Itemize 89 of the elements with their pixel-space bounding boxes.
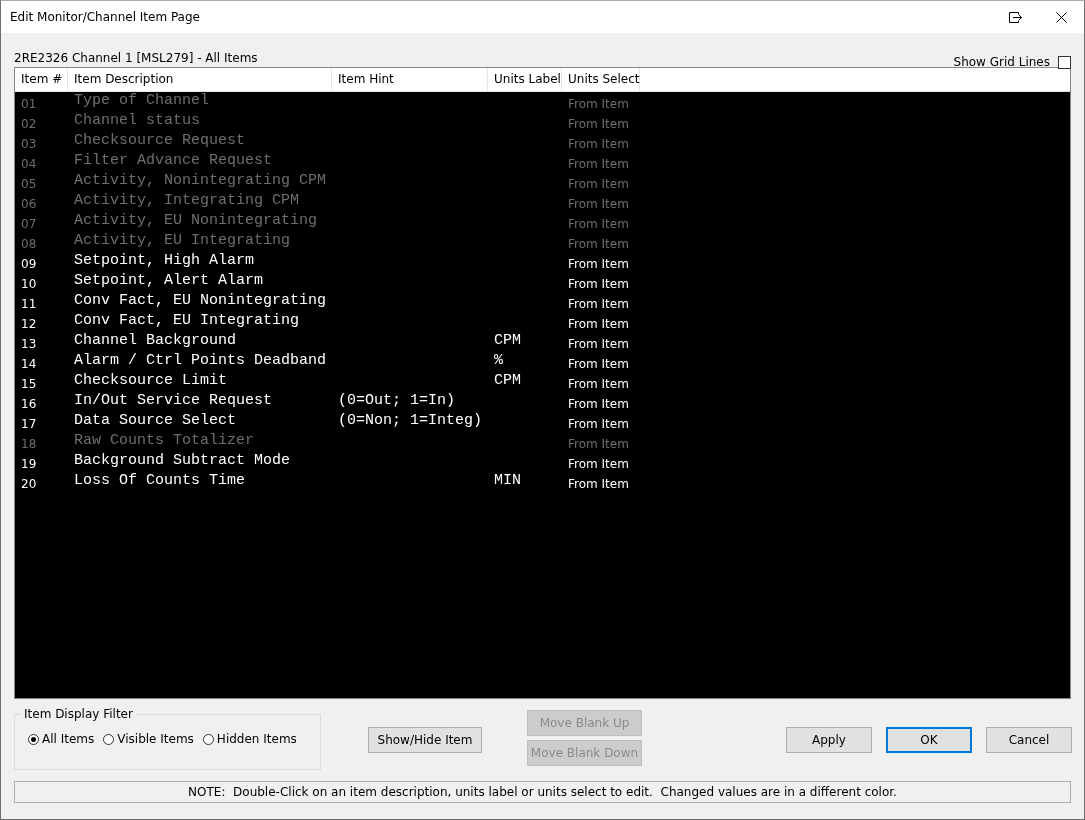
checkbox[interactable] (1058, 55, 1071, 69)
units-source-text: From Item (568, 97, 629, 111)
units-source-text: From Item (568, 177, 629, 191)
column-header[interactable]: Item Description (68, 68, 332, 91)
units-source-text: From Item (568, 157, 629, 171)
item-description: Conv Fact, EU Integrating (74, 312, 300, 329)
radio-button[interactable] (103, 733, 115, 745)
units-label: CPM (494, 372, 521, 389)
item-description: Conv Fact, EU Nonintegrating (74, 292, 327, 309)
units-source-text: From Item (568, 397, 629, 411)
item-description: Filter Advance Request (74, 152, 273, 169)
item-number: 13 (21, 337, 37, 351)
item-number: 14 (21, 357, 37, 371)
group-label: Item Display Filter (21, 707, 136, 721)
window-title: Edit Monitor/Channel Item Page (10, 10, 201, 24)
radio-label[interactable]: Hidden Items (216, 732, 297, 746)
item-number: 05 (21, 177, 37, 191)
units-source-text: From Item (568, 257, 629, 271)
item-description: Channel status (74, 112, 201, 129)
units-source-text: From Item (568, 137, 629, 151)
item-number: 16 (21, 397, 37, 411)
note-bar: NOTE: Double-Click on an item description, units label or units select to edit. Changed values are in a different color. (14, 781, 1071, 803)
item-description: Channel Background (74, 332, 237, 349)
checkbox-label[interactable]: Show Grid Lines (953, 55, 1050, 69)
column-header[interactable]: Item # (15, 68, 68, 91)
item-number: 18 (21, 437, 37, 451)
units-source-text: From Item (568, 277, 629, 291)
item-description: Activity, EU Integrating (74, 232, 291, 249)
column-header[interactable]: Units Label (488, 68, 562, 91)
item-hint: (0=Out; 1=In) (338, 392, 456, 409)
item-description: Raw Counts Totalizer (74, 432, 255, 449)
units-label: MIN (494, 472, 521, 489)
units-source-text: From Item (568, 437, 629, 451)
radio-button[interactable] (202, 733, 214, 745)
item-number: 20 (21, 477, 37, 491)
item-number: 02 (21, 117, 37, 131)
item-description: Activity, EU Nonintegrating (74, 212, 318, 229)
item-hint: (0=Non; 1=Integ) (338, 412, 483, 429)
units-source-text: From Item (568, 297, 629, 311)
units-source-text: From Item (568, 197, 629, 211)
units-label: CPM (494, 332, 521, 349)
dialog-button[interactable]: Apply (786, 727, 872, 753)
item-number: 10 (21, 277, 37, 291)
units-source-text: From Item (568, 357, 629, 371)
item-number: 09 (21, 257, 37, 271)
item-description: Setpoint, High Alarm (74, 252, 255, 269)
item-description: Activity, Nonintegrating CPM (74, 172, 327, 189)
radio-label[interactable]: Visible Items (117, 732, 194, 746)
item-number: 08 (21, 237, 37, 251)
item-number: 04 (21, 157, 37, 171)
item-number: 11 (21, 297, 37, 311)
item-number: 15 (21, 377, 37, 391)
units-source-text: From Item (568, 117, 629, 131)
item-description: Loss Of Counts Time (74, 472, 246, 489)
units-source-text: From Item (568, 237, 629, 251)
item-number: 01 (21, 97, 37, 111)
radio-button[interactable] (28, 733, 39, 745)
item-description: Type of Channel (74, 92, 210, 109)
units-source-text: From Item (568, 317, 629, 331)
units-source-text: From Item (568, 377, 629, 391)
item-description: Background Subtract Mode (74, 452, 291, 469)
units-label: % (494, 352, 503, 369)
item-description: Alarm / Ctrl Points Deadband (74, 352, 327, 369)
page-subtitle: 2RE2326 Channel 1 [MSL279] - All Items (14, 51, 259, 65)
close-icon[interactable] (1055, 11, 1067, 23)
units-source-text: From Item (568, 217, 629, 231)
item-description: Setpoint, Alert Alarm (74, 272, 264, 289)
radio-label[interactable]: All Items (42, 732, 95, 746)
item-number: 06 (21, 197, 37, 211)
item-number: 03 (21, 137, 37, 151)
units-source-text: From Item (568, 417, 629, 431)
units-source-text: From Item (568, 457, 629, 471)
item-number: 07 (21, 217, 37, 231)
window-exit-icon[interactable] (1008, 11, 1022, 23)
show-hide-button[interactable]: Show/Hide Item (368, 727, 482, 753)
item-number: 12 (21, 317, 37, 331)
item-number: 19 (21, 457, 37, 471)
item-description: Checksource Limit (74, 372, 228, 389)
column-header[interactable]: Item Hint (332, 68, 488, 91)
dialog-button[interactable]: OK (886, 727, 972, 753)
units-source-text: From Item (568, 337, 629, 351)
column-header[interactable]: Units Select (562, 68, 640, 91)
item-description: Data Source Select (74, 412, 237, 429)
item-number: 17 (21, 417, 37, 431)
item-description: Checksource Request (74, 132, 246, 149)
item-description: In/Out Service Request (74, 392, 273, 409)
dialog-button[interactable]: Cancel (986, 727, 1072, 753)
item-description: Activity, Integrating CPM (74, 192, 300, 209)
units-source-text: From Item (568, 477, 629, 491)
